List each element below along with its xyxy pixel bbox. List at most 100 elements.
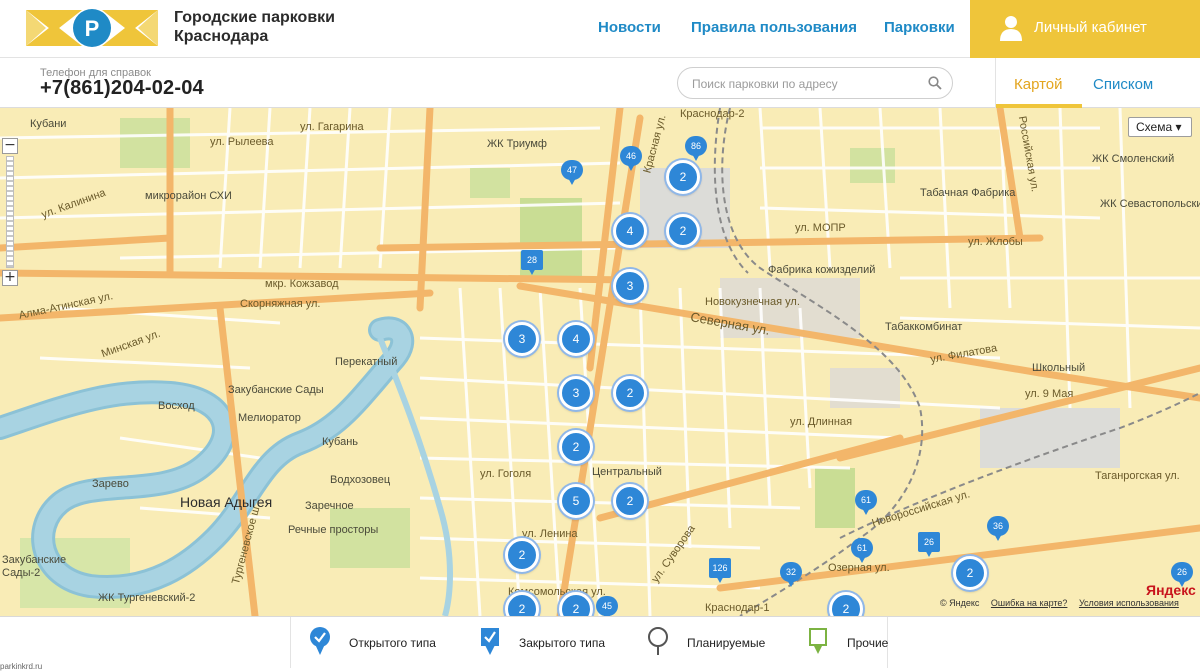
tab-list-view[interactable]: Списком (1093, 76, 1153, 93)
svg-text:P: P (85, 16, 100, 41)
map-area-label: Закубанские Сады (228, 384, 324, 396)
map-area-label: Заречное (305, 500, 354, 512)
map-legend: Открытого типа Закрытого типа Планируемы… (0, 616, 1200, 668)
map-type-selector[interactable]: Схема ▾ (1128, 117, 1192, 137)
map-area-label: Водхозовец (330, 474, 391, 486)
terms-of-use-link[interactable]: Условия использования (1079, 598, 1179, 608)
map-place-label: Фабрика кожизделий (768, 264, 876, 276)
map-area-label: Закубанские Сады-2 (2, 554, 67, 579)
map-street-label: ул. Рылеева (210, 136, 274, 148)
map-area-label: Зарево (92, 478, 129, 490)
address-search-input[interactable] (692, 75, 922, 93)
map-place-label: Табаккомбинат (885, 321, 963, 333)
parking-pin-marker[interactable]: 126 (709, 558, 731, 584)
parking-map[interactable]: Кубани микрорайон СХИ ул. Гагарина ул. Р… (0, 108, 1200, 616)
legend-label: Планируемые (687, 636, 766, 650)
zoom-out-button[interactable]: − (2, 138, 18, 154)
user-icon (1000, 16, 1022, 41)
parking-cluster-marker[interactable]: 2 (666, 214, 700, 248)
map-area-label: Табачная Фабрика (920, 187, 1016, 199)
parking-pin-marker[interactable]: 28 (521, 250, 543, 276)
parking-cluster-marker[interactable]: 2 (953, 556, 987, 590)
parking-cluster-marker[interactable]: 4 (613, 214, 647, 248)
phone-number: +7(861)204-02-04 (40, 77, 204, 99)
other-parking-icon (809, 628, 827, 654)
parking-pin-marker[interactable]: 45 (596, 596, 618, 616)
parking-pin-marker[interactable]: 46 (620, 146, 642, 172)
zoom-in-button[interactable]: + (2, 270, 18, 286)
map-street-label: мкр. Кожзавод (265, 278, 339, 290)
parking-pin-marker[interactable]: 47 (561, 160, 583, 186)
map-base-layer[interactable] (0, 108, 1200, 616)
brand-title-line1: Городские парковки (174, 9, 335, 26)
map-place-label: ЖК Триумф (487, 138, 547, 150)
map-street-label: Краснодар-2 (680, 108, 745, 120)
pin-tip (715, 574, 725, 583)
personal-account-button[interactable]: Личный кабинет (970, 0, 1200, 58)
closed-parking-icon (481, 628, 499, 655)
parking-cluster-marker[interactable]: 3 (559, 376, 593, 410)
pin-tip (857, 554, 867, 563)
brand-title-line2: Краснодара (174, 28, 269, 45)
sub-header: Телефон для справок +7(861)204-02-04 Кар… (0, 58, 1200, 108)
pin-tip (993, 532, 1003, 541)
map-area-label: Речные просторы (288, 524, 379, 536)
yandex-logo: Яндекс (1146, 582, 1196, 598)
pin-tip (924, 548, 934, 557)
parking-pin-marker[interactable]: 86 (685, 136, 707, 162)
parking-cluster-marker[interactable]: 2 (666, 160, 700, 194)
parking-pin-marker[interactable]: 61 (855, 490, 877, 516)
map-area-label: микрорайон СХИ (145, 190, 232, 202)
parking-cluster-marker[interactable]: 4 (559, 322, 593, 356)
map-street-label: Скорняжная ул. (240, 298, 321, 310)
legend-label: Прочие (847, 636, 889, 650)
nav-link-news[interactable]: Новости (598, 19, 661, 36)
map-street-label: ул. Длинная (790, 416, 853, 428)
brand-title: Городские парковки Краснодара (174, 8, 335, 46)
top-navigation-bar: P Городские парковки Краснодара Новости … (0, 0, 1200, 58)
parking-cluster-marker[interactable]: 3 (613, 269, 647, 303)
map-street-label: Таганрогская ул. (1095, 470, 1180, 482)
map-place-label: ЖК Севастопольский (1100, 198, 1200, 210)
map-area-label: Новая Адыгея (180, 494, 273, 510)
planned-parking-icon (648, 627, 668, 655)
map-copyright-bar: © Яндекс Ошибка на карте? Условия исполь… (940, 598, 1188, 608)
parking-cluster-marker[interactable]: 3 (505, 322, 539, 356)
open-parking-icon (310, 627, 330, 655)
nav-link-rules[interactable]: Правила пользования (691, 19, 857, 36)
map-street-label: ул. 9 Мая (1025, 388, 1074, 400)
parking-pin-marker[interactable]: 36 (987, 516, 1009, 542)
map-street-label: ул. Ленина (522, 528, 578, 540)
map-street-label: ул. Жлобы (968, 236, 1023, 248)
map-area-label: Центральный (592, 466, 662, 478)
map-street-label: ул. МОПР (795, 222, 846, 234)
pin-tip (567, 176, 577, 185)
pin-tip (861, 506, 871, 515)
map-type-label: Схема (1136, 120, 1173, 134)
parking-cluster-marker[interactable]: 2 (559, 430, 593, 464)
zoom-slider[interactable] (6, 156, 14, 268)
map-area-label: Мелиоратор (238, 412, 301, 424)
parking-cluster-marker[interactable]: 5 (559, 484, 593, 518)
parking-cluster-marker[interactable]: 2 (505, 538, 539, 572)
map-place-label: ЖК Тургеневский-2 (98, 592, 196, 604)
tab-map-view[interactable]: Картой (1014, 76, 1063, 93)
parking-pin-marker[interactable]: 32 (780, 562, 802, 588)
legend-box: Открытого типа Закрытого типа Планируемы… (290, 617, 888, 668)
legend-label: Закрытого типа (519, 636, 605, 650)
pin-tip (691, 152, 701, 161)
copyright-text: © Яндекс (940, 598, 980, 608)
report-map-error-link[interactable]: Ошибка на карте? (991, 598, 1068, 608)
parking-logo-icon[interactable]: P (24, 6, 160, 50)
personal-account-label: Личный кабинет (1034, 19, 1147, 36)
parking-pin-marker[interactable]: 26 (918, 532, 940, 558)
parking-cluster-marker[interactable]: 2 (613, 376, 647, 410)
search-icon[interactable] (928, 76, 942, 90)
map-street-label: ул. Гоголя (480, 468, 532, 480)
nav-link-parkings[interactable]: Парковки (884, 19, 955, 36)
address-search (677, 67, 953, 99)
pin-tip (786, 578, 796, 587)
parking-pin-marker[interactable]: 61 (851, 538, 873, 564)
legend-label: Открытого типа (349, 636, 436, 650)
parking-cluster-marker[interactable]: 2 (613, 484, 647, 518)
